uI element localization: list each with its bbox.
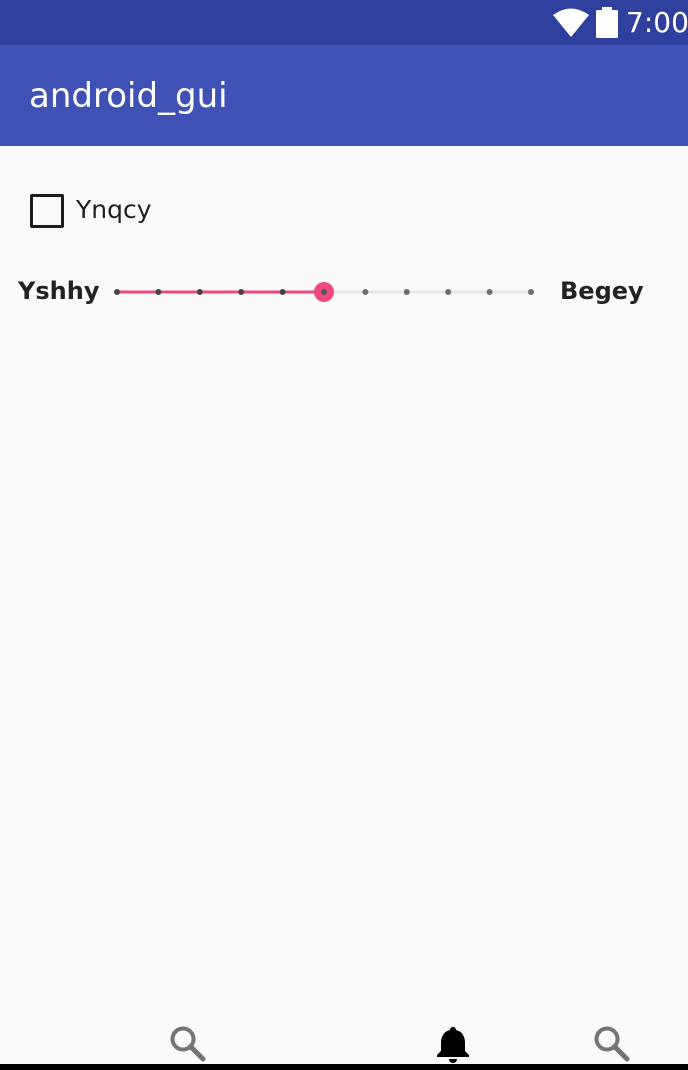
app-bar: android_gui <box>0 45 688 146</box>
search-icon[interactable] <box>592 1024 632 1066</box>
slider-thumb-tick <box>321 289 327 295</box>
search-icon[interactable] <box>168 1024 208 1066</box>
bottom-edge <box>0 1064 688 1070</box>
status-time: 7:00 <box>626 6 688 39</box>
slider-tick <box>528 289 534 295</box>
slider-tick <box>155 289 162 295</box>
slider-max-label: Begey <box>560 277 644 305</box>
checkbox-box[interactable] <box>30 194 64 228</box>
slider-row: Yshhy Begey <box>0 270 688 314</box>
screen: 7:00 android_gui Ynqcy Yshhy Begey <box>0 0 688 1070</box>
slider-tick <box>445 289 452 295</box>
slider-tick <box>486 289 493 295</box>
slider-tick <box>362 289 369 295</box>
slider-tick <box>114 289 120 295</box>
app-title: android_gui <box>29 76 228 116</box>
wifi-icon <box>553 8 589 37</box>
slider-tick <box>238 289 245 295</box>
status-bar: 7:00 <box>0 0 688 45</box>
slider-tick <box>196 289 203 295</box>
bell-icon[interactable] <box>433 1024 473 1066</box>
discrete-slider[interactable] <box>100 270 550 314</box>
slider-min-label: Yshhy <box>18 277 100 305</box>
checkbox-label: Ynqcy <box>76 195 152 224</box>
slider-tick <box>279 289 286 295</box>
battery-icon <box>596 7 618 38</box>
bottom-navigation <box>0 1010 688 1070</box>
slider-tick <box>403 289 410 295</box>
